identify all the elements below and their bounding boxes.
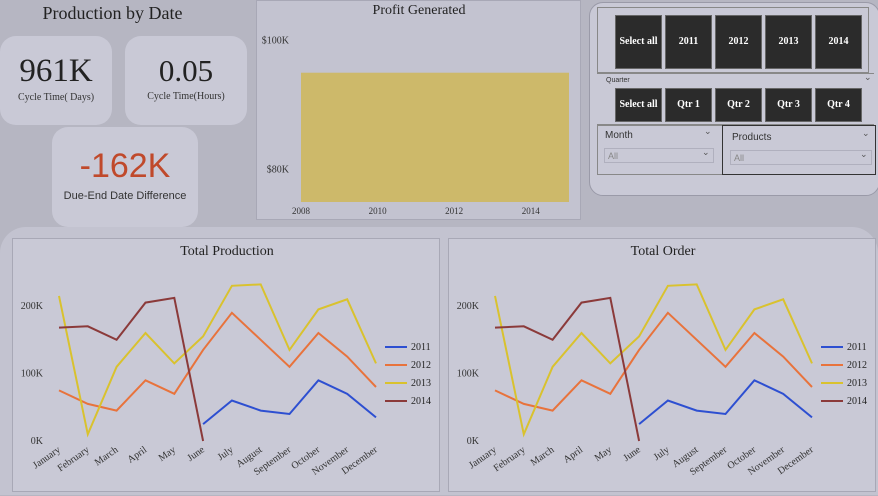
x-tick-label: July [216, 444, 236, 463]
year-tile-select-all[interactable]: Select all [615, 15, 662, 69]
total-order-chart: Total Order0K100K200KJanuaryFebruary Marc… [457, 244, 867, 478]
quarter-label: Quarter [606, 77, 630, 84]
series-line-2012 [58, 311, 377, 412]
chevron-down-icon[interactable]: ⌄ [864, 73, 872, 83]
total-production-chart: Total Production0K100K200KJanuaryFebruar… [21, 244, 431, 478]
legend-label: 2011 [411, 342, 431, 353]
x-tick-label: February [56, 444, 92, 474]
chevron-down-icon[interactable]: ⌄ [702, 148, 710, 158]
chevron-down-icon[interactable]: ⌄ [862, 129, 870, 139]
profit-chart-panel: Profit Generated $80K $100K 2008 2010 2012 201… [256, 0, 581, 220]
kpi-label: Due-End Date Difference [63, 190, 187, 202]
y-tick-label: 0K [467, 436, 480, 447]
chart-title: Profit Generated [373, 3, 466, 18]
chevron-down-icon[interactable]: ⌄ [860, 150, 868, 160]
y-tick-label: 0K [31, 436, 44, 447]
total-order-panel: Total Order 0K 100K 200K January February Marc… [448, 238, 876, 492]
quarter-tile-qtr2[interactable]: Qtr 2 [715, 88, 762, 122]
kpi-card-due-end[interactable]: -162K Due-End Date Difference [52, 127, 198, 227]
month-label: Month [605, 130, 633, 141]
y-tick-label: 200K [457, 301, 480, 312]
products-select[interactable]: All [730, 150, 872, 165]
month-select[interactable]: All [604, 148, 714, 163]
series-line-2014 [494, 296, 641, 442]
y-tick-label: 100K [21, 369, 44, 380]
legend-label: 2012 [847, 360, 867, 371]
chevron-down-icon[interactable]: ⌄ [704, 127, 712, 137]
kpi-value: -162K [79, 147, 171, 185]
kpi-label: Cycle Time(Hours) [147, 91, 225, 102]
x-tick-label: June [621, 444, 643, 464]
x-tick-label: 2010 [369, 206, 388, 216]
y-tick-label: $80K [267, 165, 290, 176]
page-title: Production by Date [42, 3, 183, 23]
x-tick-label: June [185, 444, 207, 464]
kpi-label: Cycle Time( Days) [17, 92, 95, 103]
x-tick-label: May [157, 444, 178, 464]
x-tick-label: May [593, 444, 614, 464]
slicer-panel: Select all 2011 2012 2013 2014 Quarter ⌄… [589, 2, 878, 196]
kpi-card-cycle-hours[interactable]: 0.05 Cycle Time(Hours) [125, 36, 247, 125]
legend-label: 2014 [847, 396, 867, 407]
x-tick-label: 2012 [445, 206, 463, 216]
kpi-value: 961K [19, 53, 93, 89]
y-tick-label: 200K [21, 301, 44, 312]
quarter-tile-qtr3[interactable]: Qtr 3 [765, 88, 812, 122]
series-line-2012 [494, 311, 813, 412]
legend-label: 2013 [847, 378, 867, 389]
series-line-2011 [638, 379, 813, 425]
x-tick-label: March [93, 444, 121, 468]
year-tile-2011[interactable]: 2011 [665, 15, 712, 69]
total-production-panel: Total Production 0K 100K 200K January Februar… [12, 238, 440, 492]
x-tick-label: March [529, 444, 557, 468]
quarter-tile-qtr1[interactable]: Qtr 1 [665, 88, 712, 122]
series-line-2014 [58, 296, 205, 442]
x-tick-label: 2014 [522, 206, 541, 216]
legend-label: 2011 [847, 342, 867, 353]
x-tick-label: July [652, 444, 672, 463]
series-line-2011 [202, 379, 377, 425]
products-label: Products [732, 132, 772, 143]
legend-label: 2013 [411, 378, 431, 389]
chart-title: Total Order [631, 244, 696, 259]
kpi-value: 0.05 [158, 53, 214, 88]
x-tick-label: April [126, 444, 150, 465]
x-tick-label: April [562, 444, 586, 465]
quarter-tile-select-all[interactable]: Select all [615, 88, 662, 122]
year-tile-2012[interactable]: 2012 [715, 15, 762, 69]
x-tick-label: 2008 [292, 206, 311, 216]
year-tile-2014[interactable]: 2014 [815, 15, 862, 69]
y-tick-label: 100K [457, 369, 480, 380]
legend-label: 2014 [411, 396, 431, 407]
x-tick-label: February [492, 444, 528, 474]
legend-label: 2012 [411, 360, 431, 371]
chart-title: Total Production [180, 244, 274, 259]
bar [301, 72, 569, 202]
year-tile-2013[interactable]: 2013 [765, 15, 812, 69]
profit-chart: Profit Generated $80K $100K 2008 2010 2012 201… [262, 3, 569, 216]
kpi-card-cycle-days[interactable]: 961K Cycle Time( Days) [0, 36, 112, 125]
quarter-tile-qtr4[interactable]: Qtr 4 [815, 88, 862, 122]
y-tick-label: $100K [262, 35, 290, 46]
